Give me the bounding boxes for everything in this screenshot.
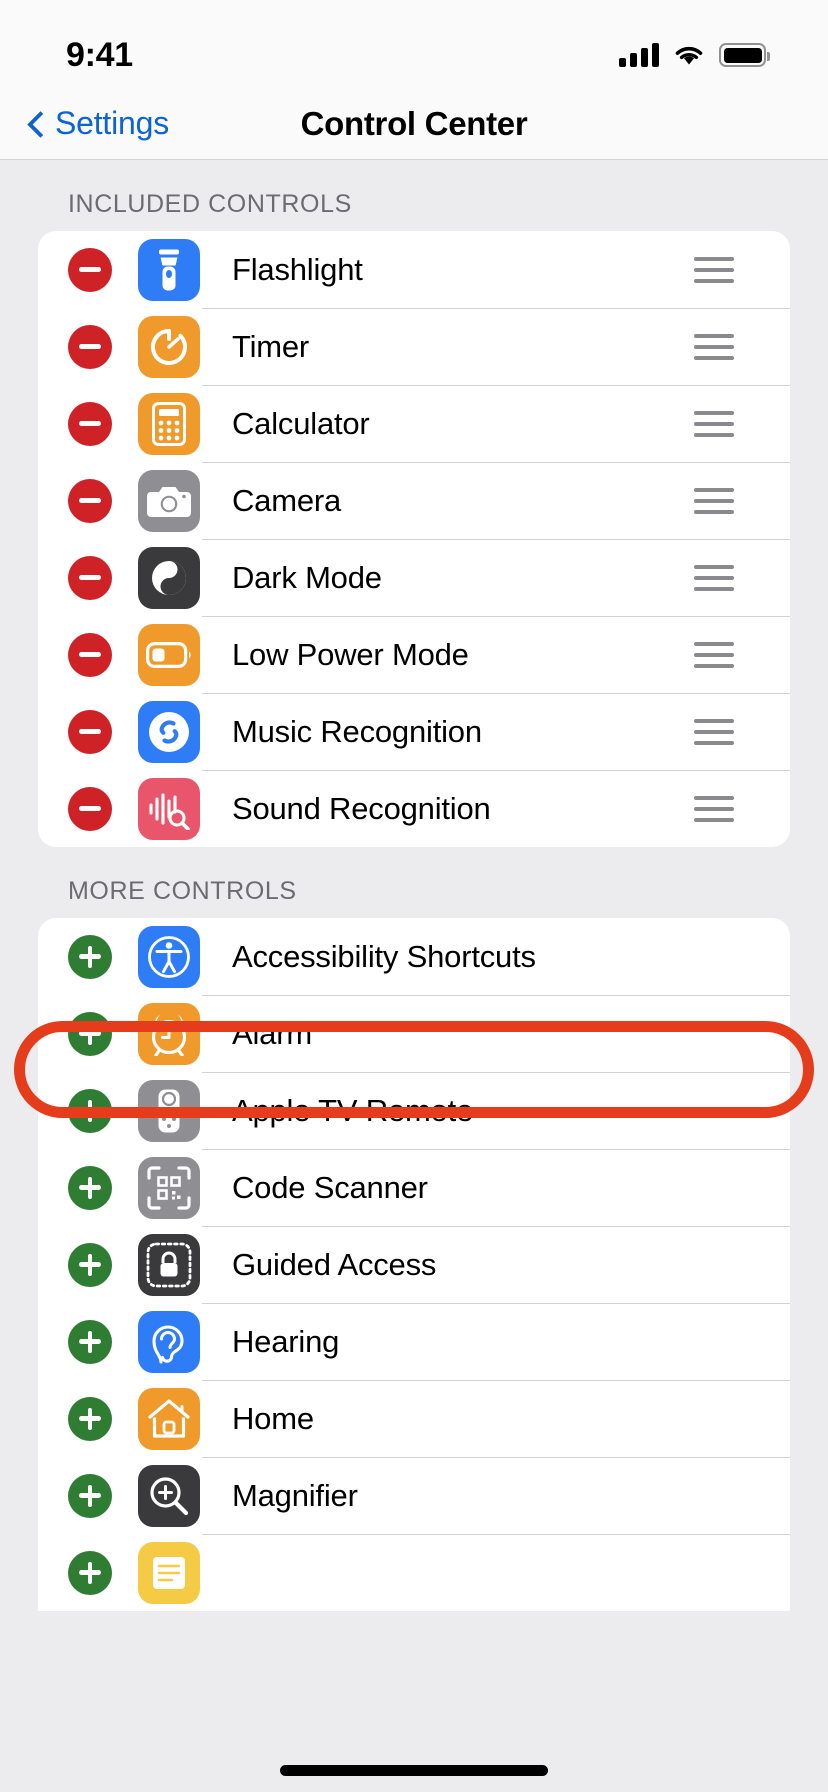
navigation-bar: Settings Control Center (0, 88, 828, 160)
home-indicator (280, 1765, 548, 1776)
status-bar-indicators (619, 43, 770, 67)
list-item[interactable]: Dark Mode (38, 539, 790, 616)
tv-remote-icon (138, 1079, 200, 1142)
list-item[interactable]: Calculator (38, 385, 790, 462)
dark-mode-icon (138, 546, 200, 609)
list-item[interactable]: Guided Access (38, 1226, 790, 1303)
plus-circle-icon[interactable] (68, 1473, 112, 1518)
alarm-clock-icon (138, 1002, 200, 1065)
plus-circle-icon[interactable] (68, 934, 112, 979)
list-item[interactable]: Magnifier (38, 1457, 790, 1534)
flashlight-icon (138, 238, 200, 301)
timer-icon (138, 315, 200, 378)
list-item[interactable]: Home (38, 1380, 790, 1457)
list-item[interactable]: Apple TV Remote (38, 1072, 790, 1149)
magnifier-icon (138, 1464, 200, 1527)
minus-circle-icon[interactable] (68, 709, 112, 754)
list-item[interactable]: Low Power Mode (38, 616, 790, 693)
list-item-label: Home (232, 1400, 314, 1436)
list-item-label: Flashlight (232, 251, 363, 287)
list-item-label: Camera (232, 482, 342, 518)
notes-icon (138, 1541, 200, 1604)
back-button-settings[interactable]: Settings (26, 105, 169, 142)
list-item-label: Code Scanner (232, 1169, 428, 1205)
minus-circle-icon[interactable] (68, 324, 112, 369)
list-item-label: Alarm (232, 1015, 312, 1051)
list-item[interactable] (38, 1534, 790, 1611)
reorder-handle-icon[interactable] (694, 795, 734, 822)
list-item-label: Timer (232, 328, 310, 364)
list-item-label: Magnifier (232, 1477, 358, 1513)
settings-scroll-view[interactable]: INCLUDED CONTROLS Flashlight Timer Calcu… (0, 160, 828, 1611)
list-item-label: Guided Access (232, 1246, 437, 1282)
low-power-battery-icon (138, 623, 200, 686)
ear-hearing-icon (138, 1310, 200, 1373)
list-item-label: Hearing (232, 1323, 340, 1359)
section-header-included-controls: INCLUDED CONTROLS (68, 190, 352, 218)
list-item[interactable]: Alarm (38, 995, 790, 1072)
list-item-label: Calculator (232, 405, 370, 441)
list-item-label: Apple TV Remote (232, 1092, 474, 1128)
list-item[interactable]: Sound Recognition (38, 770, 790, 847)
plus-circle-icon[interactable] (68, 1011, 112, 1056)
plus-circle-icon[interactable] (68, 1396, 112, 1441)
list-item[interactable]: Hearing (38, 1303, 790, 1380)
reorder-handle-icon[interactable] (694, 718, 734, 745)
list-item[interactable]: Music Recognition (38, 693, 790, 770)
shazam-icon (138, 700, 200, 763)
reorder-handle-icon[interactable] (694, 410, 734, 437)
minus-circle-icon[interactable] (68, 786, 112, 831)
list-item-label: Sound Recognition (232, 790, 491, 826)
chevron-left-icon (26, 114, 45, 133)
qr-code-scanner-icon (138, 1156, 200, 1219)
list-item-label: Dark Mode (232, 559, 382, 595)
guided-access-lock-icon (138, 1233, 200, 1296)
plus-circle-icon[interactable] (68, 1550, 112, 1595)
list-item[interactable]: Code Scanner (38, 1149, 790, 1226)
plus-circle-icon[interactable] (68, 1319, 112, 1364)
reorder-handle-icon[interactable] (694, 641, 734, 668)
cellular-bars-icon (619, 43, 659, 67)
minus-circle-icon[interactable] (68, 247, 112, 292)
calculator-icon (138, 392, 200, 455)
wifi-icon (675, 46, 703, 64)
list-item[interactable]: Accessibility Shortcuts (38, 918, 790, 995)
status-bar: 9:41 (0, 0, 828, 88)
sound-recognition-icon (138, 777, 200, 840)
accessibility-icon (138, 925, 200, 988)
reorder-handle-icon[interactable] (694, 256, 734, 283)
minus-circle-icon[interactable] (68, 632, 112, 677)
section-header-more-controls: MORE CONTROLS (68, 877, 297, 905)
reorder-handle-icon[interactable] (694, 487, 734, 514)
reorder-handle-icon[interactable] (694, 333, 734, 360)
list-item-label: Accessibility Shortcuts (232, 938, 536, 974)
list-item[interactable]: Timer (38, 308, 790, 385)
more-controls-list: Accessibility Shortcuts Alarm Apple TV R… (38, 918, 790, 1611)
minus-circle-icon[interactable] (68, 555, 112, 600)
list-item[interactable]: Flashlight (38, 231, 790, 308)
plus-circle-icon[interactable] (68, 1242, 112, 1287)
list-item[interactable]: Camera (38, 462, 790, 539)
minus-circle-icon[interactable] (68, 478, 112, 523)
camera-icon (138, 469, 200, 532)
minus-circle-icon[interactable] (68, 401, 112, 446)
back-button-label: Settings (55, 105, 170, 141)
reorder-handle-icon[interactable] (694, 564, 734, 591)
status-bar-time: 9:41 (66, 35, 133, 74)
battery-full-icon (719, 43, 770, 67)
plus-circle-icon[interactable] (68, 1088, 112, 1133)
list-item-label: Low Power Mode (232, 636, 469, 672)
included-controls-list: Flashlight Timer Calculator Camera Dark … (38, 231, 790, 847)
list-item-label: Music Recognition (232, 713, 482, 749)
home-house-icon (138, 1387, 200, 1450)
plus-circle-icon[interactable] (68, 1165, 112, 1210)
